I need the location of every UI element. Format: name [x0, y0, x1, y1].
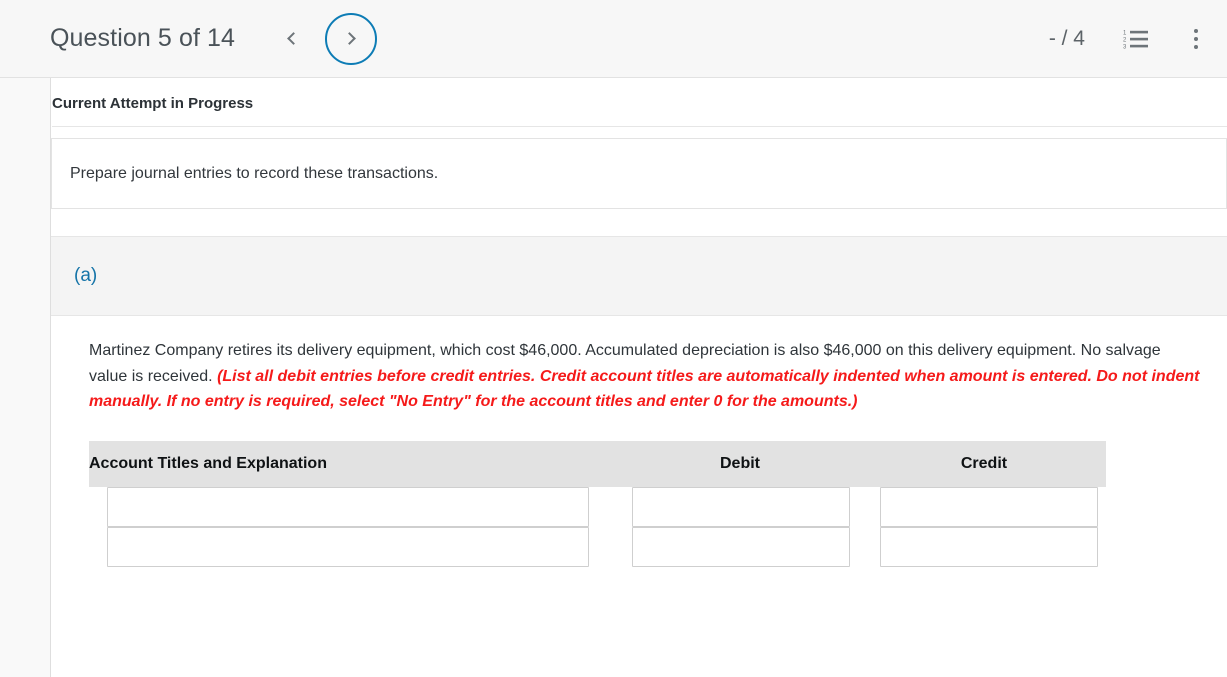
question-header-bar: Question 5 of 14 - / 4 1 2 3: [0, 0, 1227, 78]
attempt-status-label: Current Attempt in Progress: [52, 95, 1227, 127]
kebab-menu-icon[interactable]: [1185, 27, 1207, 51]
part-section-header: (a): [51, 236, 1227, 316]
next-question-button[interactable]: [325, 12, 378, 65]
part-label: (a): [74, 265, 98, 286]
account-cell: [89, 526, 618, 567]
chevron-right-icon: [343, 32, 356, 45]
column-header-account-titles: Account Titles and Explanation: [89, 440, 618, 487]
credit-amount-input-row1[interactable]: [880, 486, 1098, 527]
journal-entry-table: Account Titles and Explanation Debit Cre…: [89, 440, 1106, 567]
debit-amount-input-row1[interactable]: [632, 486, 850, 527]
column-header-debit: Debit: [618, 440, 862, 487]
score-display: - / 4: [1048, 26, 1085, 50]
question-page: Current Attempt in Progress Prepare jour…: [0, 78, 1227, 677]
table-header-row: Account Titles and Explanation Debit Cre…: [89, 440, 1106, 487]
question-text: Martinez Company retires its delivery eq…: [89, 338, 1203, 415]
account-title-input-row1[interactable]: [107, 486, 589, 527]
debit-cell: [618, 526, 862, 567]
svg-text:2: 2: [1123, 37, 1127, 43]
prompt-box: Prepare journal entries to record these …: [51, 138, 1227, 209]
debit-amount-input-row2[interactable]: [632, 526, 850, 567]
prompt-text: Prepare journal entries to record these …: [70, 164, 439, 182]
svg-text:3: 3: [1123, 44, 1127, 50]
table-row: [89, 526, 1106, 567]
credit-cell: [862, 526, 1106, 567]
question-instruction-text: (List all debit entries before credit en…: [89, 367, 1200, 411]
previous-question-button[interactable]: [279, 24, 305, 54]
question-body: Martinez Company retires its delivery eq…: [51, 316, 1227, 567]
kebab-dot: [1194, 36, 1198, 41]
svg-text:1: 1: [1123, 30, 1127, 36]
header-actions: - / 4 1 2 3: [1049, 27, 1227, 51]
table-row: [89, 486, 1106, 527]
debit-cell: [618, 486, 862, 527]
kebab-dot: [1194, 28, 1198, 33]
credit-cell: [862, 486, 1106, 527]
column-header-credit: Credit: [862, 440, 1106, 487]
numbered-list-icon[interactable]: 1 2 3: [1123, 28, 1149, 50]
credit-amount-input-row2[interactable]: [880, 526, 1098, 567]
chevron-left-icon: [287, 32, 300, 45]
question-content-panel: Current Attempt in Progress Prepare jour…: [50, 78, 1227, 677]
page-title: Question 5 of 14: [50, 24, 236, 52]
account-title-input-row2[interactable]: [107, 526, 589, 567]
kebab-dot: [1194, 44, 1198, 49]
question-navigation: [279, 12, 378, 65]
account-cell: [89, 486, 618, 527]
